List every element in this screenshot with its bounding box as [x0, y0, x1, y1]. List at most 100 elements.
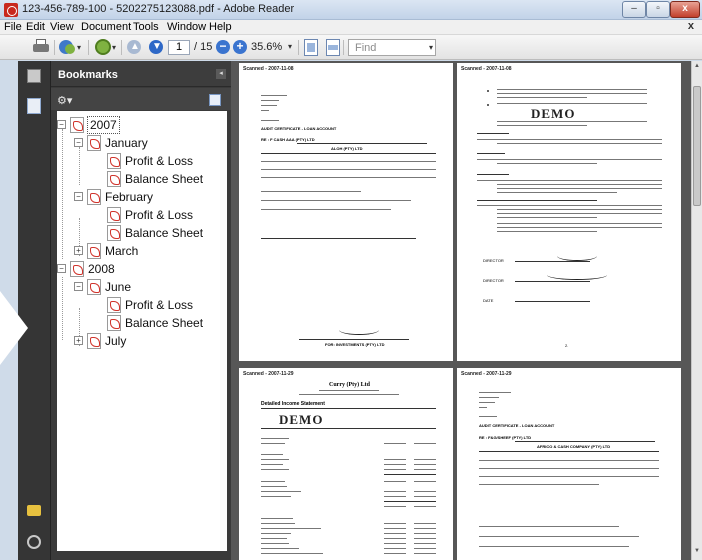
- bookmark-icon: [87, 189, 101, 205]
- pages-panel-icon[interactable]: [27, 69, 41, 83]
- toolbar-separator: [88, 40, 89, 55]
- bookmark-label: Balance Sheet: [125, 316, 204, 330]
- menu-view[interactable]: View: [50, 21, 74, 33]
- expand-icon[interactable]: +: [74, 246, 83, 255]
- menu-edit[interactable]: Edit: [26, 21, 45, 33]
- bookmarks-panel-icon[interactable]: [27, 98, 41, 114]
- statement-company: Curry (Pty) Ltd: [329, 382, 370, 388]
- page-re-line: RE : F CASH AAA (PTY) LTD: [261, 137, 315, 142]
- scan-label: Scanned - 2007-11-29: [461, 371, 512, 377]
- menu-file[interactable]: File: [4, 21, 22, 33]
- scroll-down-icon[interactable]: ▼: [693, 548, 701, 557]
- bookmark-label: Profit & Loss: [125, 298, 194, 312]
- bookmark-item[interactable]: + July: [74, 332, 222, 350]
- toolbar-separator: [121, 40, 122, 55]
- pdf-page-4: Scanned - 2007-11-29 AUDIT CERTIFICATE -…: [457, 368, 681, 560]
- bookmark-label: July: [105, 334, 127, 348]
- attachments-icon[interactable]: [27, 535, 41, 549]
- panel-header: Bookmarks ◂: [51, 61, 231, 87]
- bookmark-icon: [70, 261, 84, 277]
- bookmark-item[interactable]: Balance Sheet: [91, 314, 222, 332]
- bookmark-item[interactable]: Balance Sheet: [91, 170, 222, 188]
- bookmark-label: 2007: [87, 116, 120, 134]
- bookmarks-panel: Bookmarks ◂ ⚙▾ −2007− January Profit & Los…: [51, 61, 231, 560]
- bookmark-options-button[interactable]: ⚙▾: [57, 94, 72, 107]
- collapse-icon[interactable]: −: [57, 120, 66, 129]
- tools-icon[interactable]: ▾: [95, 39, 117, 56]
- bookmark-icon: [107, 171, 121, 187]
- page-company: AFRICO & CASH COMPANY (PTY) LTD: [537, 444, 611, 449]
- zoom-out-icon[interactable]: −: [216, 40, 230, 54]
- toolbar-separator: [298, 40, 299, 55]
- menu-tools[interactable]: Tools: [133, 21, 159, 33]
- toolbar: ▾ ▾ ▲ ▼ 1 / 15 − + 35.6% ▾ Find ▾: [0, 35, 702, 60]
- bookmark-label: January: [105, 136, 148, 150]
- bookmark-icon: [87, 135, 101, 151]
- page-count: / 15: [194, 41, 213, 53]
- bookmark-item[interactable]: Profit & Loss: [91, 296, 222, 314]
- collapse-icon[interactable]: −: [74, 138, 83, 147]
- maximize-button[interactable]: ▫: [646, 1, 670, 18]
- collaborate-icon[interactable]: ▾: [59, 39, 83, 56]
- bookmark-label: 2008: [88, 262, 115, 276]
- collapse-icon[interactable]: −: [74, 192, 83, 201]
- menu-window[interactable]: Window: [167, 21, 206, 33]
- close-document-button[interactable]: x: [688, 20, 694, 32]
- close-button[interactable]: x: [670, 1, 700, 18]
- print-icon[interactable]: [33, 39, 49, 56]
- collapse-panel-button[interactable]: ◂: [216, 69, 226, 79]
- bookmark-label: Profit & Loss: [125, 154, 194, 168]
- bookmark-item[interactable]: + March: [74, 242, 222, 260]
- fit-page-icon[interactable]: [304, 39, 318, 56]
- demo-stamp: DEMO: [531, 106, 576, 121]
- scan-label: Scanned - 2007-11-29: [243, 371, 294, 377]
- bookmark-label: February: [105, 190, 154, 204]
- bookmark-item[interactable]: − 2007: [57, 116, 222, 134]
- bookmark-label: Balance Sheet: [125, 172, 204, 186]
- find-dropdown-icon[interactable]: ▾: [429, 43, 433, 52]
- bookmark-item[interactable]: − June: [74, 278, 222, 296]
- collapse-icon[interactable]: −: [74, 282, 83, 291]
- scroll-thumb[interactable]: [693, 86, 701, 206]
- collapse-icon[interactable]: −: [57, 264, 66, 273]
- previous-page-icon[interactable]: ▲: [127, 40, 141, 54]
- statement-title: Detailed Income Statement: [261, 401, 325, 407]
- callout-arrow: [0, 291, 28, 365]
- bookmark-item[interactable]: Profit & Loss: [91, 152, 222, 170]
- page-number: 2.: [565, 343, 569, 348]
- pdf-page-1: Scanned - 2007-11-08 AUDIT CERTIFICATE -…: [239, 63, 453, 361]
- zoom-dropdown-icon[interactable]: ▾: [288, 42, 292, 51]
- page-number-input[interactable]: 1: [168, 40, 190, 55]
- bookmark-item[interactable]: − January: [74, 134, 222, 152]
- bookmark-item[interactable]: − 2008: [57, 260, 222, 278]
- next-page-icon[interactable]: ▼: [149, 40, 163, 54]
- adobe-reader-window: 123-456-789-100 - 5202275123088.pdf - Ad…: [0, 0, 702, 560]
- bookmark-label: March: [105, 244, 139, 258]
- scan-label: Scanned - 2007-11-08: [461, 66, 512, 72]
- menu-document[interactable]: Document: [81, 21, 131, 33]
- new-bookmark-icon[interactable]: [209, 94, 221, 106]
- vertical-scrollbar[interactable]: ▲ ▼: [691, 61, 702, 560]
- minimize-button[interactable]: –: [622, 1, 646, 18]
- page-footer: FOR: INVESTMENTS (PTY) LTD: [325, 342, 385, 347]
- page-re-line: RE : F&G/SHEEF (PTY) LTD: [479, 435, 532, 440]
- bookmark-icon: [107, 315, 121, 331]
- comments-icon[interactable]: [27, 505, 41, 516]
- scan-label: Scanned - 2007-11-08: [243, 66, 294, 72]
- bookmark-icon: [107, 153, 121, 169]
- document-view[interactable]: Scanned - 2007-11-08 AUDIT CERTIFICATE -…: [231, 61, 691, 560]
- find-input[interactable]: Find: [348, 39, 436, 56]
- toolbar-separator: [54, 40, 55, 55]
- bookmark-item[interactable]: Balance Sheet: [91, 224, 222, 242]
- menu-help[interactable]: Help: [209, 21, 232, 33]
- scroll-up-icon[interactable]: ▲: [693, 63, 701, 72]
- expand-icon[interactable]: +: [74, 336, 83, 345]
- menu-bar: File Edit View Document Tools Window Hel…: [0, 20, 702, 35]
- toolbar-separator: [343, 40, 344, 55]
- pdf-page-3: Scanned - 2007-11-29 Curry (Pty) Ltd Det…: [239, 368, 453, 560]
- fit-width-icon[interactable]: [326, 39, 340, 56]
- bookmark-item[interactable]: Profit & Loss: [91, 206, 222, 224]
- bookmark-tree: −2007− January Profit & Loss Balance Sheet −…: [57, 111, 227, 551]
- bookmark-item[interactable]: − February: [74, 188, 222, 206]
- zoom-in-icon[interactable]: +: [233, 40, 247, 54]
